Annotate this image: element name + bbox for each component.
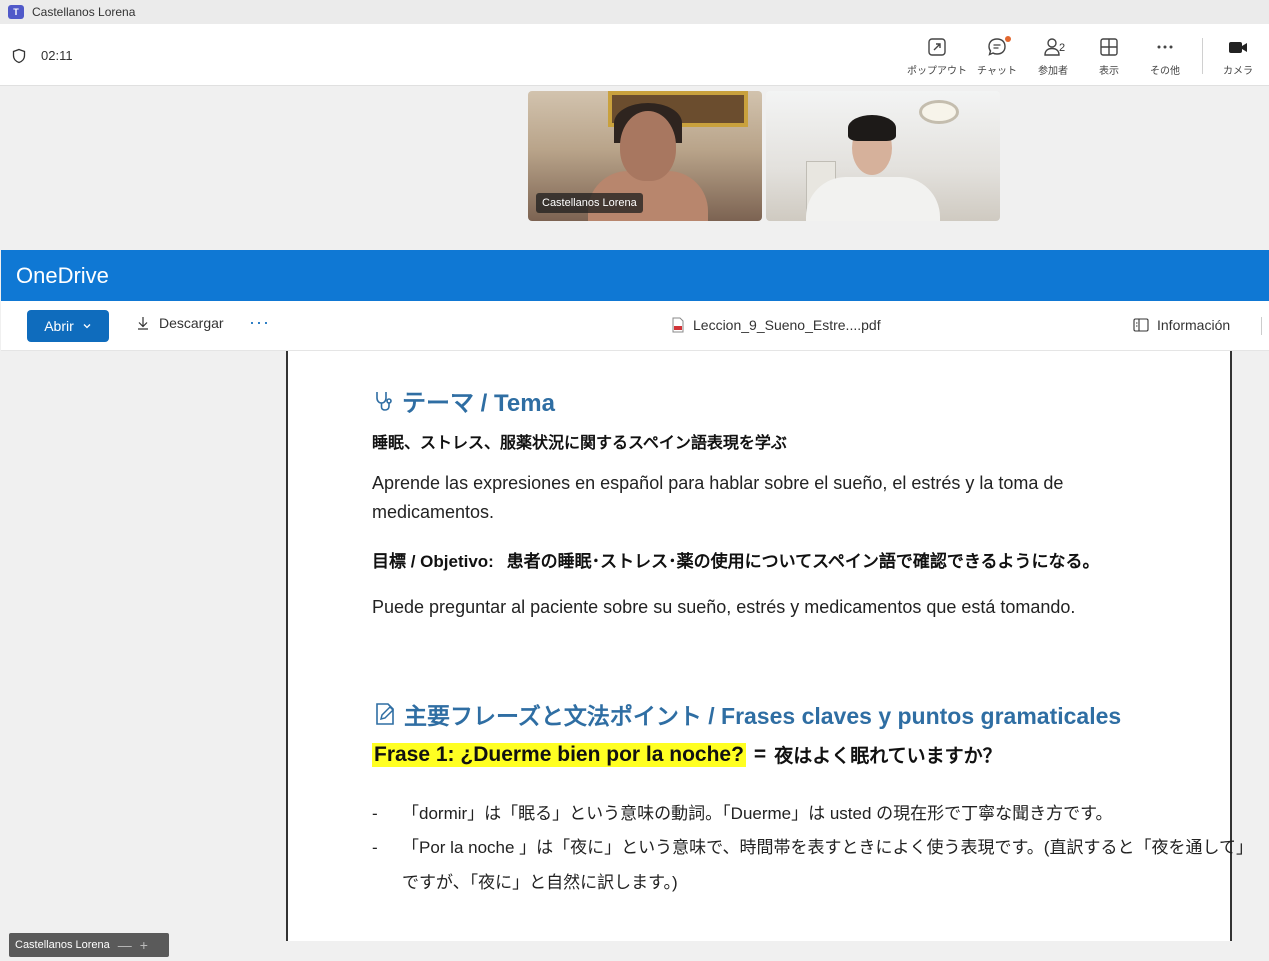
tema-heading: テーマ / Tema xyxy=(372,383,555,418)
more-options-button[interactable]: ··· xyxy=(249,312,270,333)
onedrive-command-bar: Abrir Descargar ··· Leccion_9_Sueno_Estr… xyxy=(1,301,1269,351)
expand-icon[interactable]: + xyxy=(140,937,148,953)
camera-icon xyxy=(1229,42,1247,53)
self-preview-name: Castellanos Lorena xyxy=(15,939,110,951)
open-label: Abrir xyxy=(44,318,74,334)
frase-1: Frase 1: ¿Duerme bien por la noche? = 夜は… xyxy=(372,741,1002,768)
participant-figure xyxy=(806,177,940,221)
command-bar-divider xyxy=(1261,317,1262,335)
info-button[interactable]: Información xyxy=(1133,317,1230,333)
download-icon xyxy=(138,317,148,330)
participant-video-tile[interactable] xyxy=(766,91,1000,221)
participants-count: 2 xyxy=(1059,42,1066,54)
participant-face xyxy=(620,111,676,181)
objetivo-line: 目標 / Objetivo: 患者の睡眠･ストレス･薬の使用についてスペイン語で… xyxy=(372,547,1100,572)
ceiling-lamp xyxy=(922,103,956,121)
bullet-continuation: ですが、「夜に」と自然に訳します。) xyxy=(372,868,678,893)
file-name-text: Leccion_9_Sueno_Estre....pdf xyxy=(693,317,881,333)
bullet-text: 「Por la noche 」は「夜に」という意味で、時間帯を表すときによく使う… xyxy=(402,838,1253,857)
camera-button[interactable]: カメラ xyxy=(1208,36,1268,80)
download-label: Descargar xyxy=(159,315,224,331)
popout-icon xyxy=(928,38,946,56)
open-button[interactable]: Abrir xyxy=(27,310,109,342)
bullet-dash: - xyxy=(372,838,378,857)
minimize-icon[interactable]: — xyxy=(118,937,132,953)
stethoscope-icon xyxy=(376,391,392,411)
shield-icon xyxy=(12,48,26,64)
chat-notification-dot xyxy=(1005,36,1011,42)
bullet-item: - 「Por la noche 」は「夜に」という意味で、時間帯を表すときによく使… xyxy=(372,833,1253,858)
more-button[interactable]: その他 xyxy=(1135,36,1195,80)
bullet-item: - 「dormir」は「眠る」という意味の動詞。「Duerme」は usted の… xyxy=(372,799,1112,824)
camera-label: カメラ xyxy=(1223,66,1253,77)
onedrive-brand: OneDrive xyxy=(16,262,109,288)
view-button[interactable]: 表示 xyxy=(1079,36,1139,80)
chat-label: チャット xyxy=(977,66,1017,77)
meeting-toolbar: 02:11 ポップアウト チャット 2 参加者 表示 その他 カメラ xyxy=(0,24,1269,86)
edit-document-icon xyxy=(376,703,395,725)
objetivo-label: 目標 / Objetivo: xyxy=(372,552,494,571)
chevron-down-icon xyxy=(83,324,91,329)
bottom-strip xyxy=(0,941,1269,961)
popout-button[interactable]: ポップアウト xyxy=(907,36,967,80)
teams-logo-icon: T xyxy=(8,5,24,19)
chat-button[interactable]: チャット xyxy=(967,36,1027,80)
pdf-viewer[interactable]: テーマ / Tema 睡眠、ストレス、服薬状況に関するスペイン語表現を学ぶ Ap… xyxy=(1,351,1269,941)
onedrive-header: OneDrive xyxy=(1,250,1269,301)
info-label: Información xyxy=(1157,317,1231,333)
participant-hair xyxy=(848,115,896,141)
bullet-text: 「dormir」は「眠る」という意味の動詞。「Duerme」は usted の現… xyxy=(402,804,1113,823)
window-title: Castellanos Lorena xyxy=(32,5,136,19)
bullet-dash: - xyxy=(372,804,378,823)
view-label: 表示 xyxy=(1099,66,1119,77)
frases-heading-text: 主要フレーズと文法ポイント / Frases claves y puntos g… xyxy=(404,703,1122,729)
objetivo-spanish: Puede preguntar al paciente sobre su sue… xyxy=(372,597,1076,617)
tema-japanese: 睡眠、ストレス、服薬状況に関するスペイン語表現を学ぶ xyxy=(372,435,787,452)
self-preview-tag[interactable]: Castellanos Lorena — + xyxy=(9,933,169,957)
more-label: その他 xyxy=(1150,66,1180,77)
bullet-text: ですが、「夜に」と自然に訳します。) xyxy=(402,873,678,892)
participant-video-tile[interactable]: Castellanos Lorena xyxy=(528,91,762,221)
participant-name-tag: Castellanos Lorena xyxy=(536,193,643,213)
toolbar-divider xyxy=(1202,38,1203,74)
frases-heading: 主要フレーズと文法ポイント / Frases claves y puntos g… xyxy=(372,697,1121,731)
tema-heading-text: テーマ / Tema xyxy=(402,390,555,417)
frase-1-japanese: 夜はよく眠れていますか？ xyxy=(774,746,1002,767)
meeting-timer: 02:11 xyxy=(41,48,73,63)
window-titlebar: T Castellanos Lorena xyxy=(0,0,1269,24)
frase-1-equals: = xyxy=(753,742,767,766)
info-panel-icon xyxy=(1133,318,1149,332)
download-button[interactable]: Descargar xyxy=(135,315,224,331)
file-name: Leccion_9_Sueno_Estre....pdf xyxy=(671,317,881,333)
popout-label: ポップアウト xyxy=(907,66,967,77)
more-dots-icon xyxy=(1157,45,1173,49)
participants-label: 参加者 xyxy=(1038,66,1068,77)
participants-button[interactable]: 2 参加者 xyxy=(1023,36,1083,80)
pdf-file-icon xyxy=(672,317,684,333)
pdf-page: テーマ / Tema 睡眠、ストレス、服薬状況に関するスペイン語表現を学ぶ Ap… xyxy=(286,351,1253,941)
tema-spanish: Aprende las expresiones en español para … xyxy=(372,473,1064,522)
objetivo-japanese: 患者の睡眠･ストレス･薬の使用についてスペイン語で確認できるようになる。 xyxy=(506,552,1100,571)
frase-1-spanish: Frase 1: ¿Duerme bien por la noche? xyxy=(372,742,746,767)
view-grid-icon xyxy=(1100,38,1118,56)
